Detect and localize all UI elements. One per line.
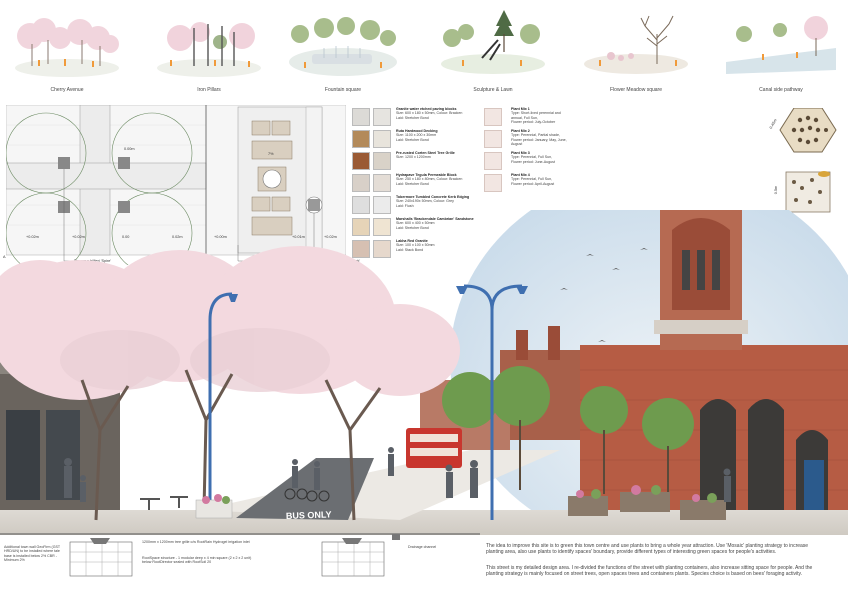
plant-mix-text: Plant Mix 2 Type: Perennial, Partial shad… xyxy=(511,129,573,147)
material-lay: Laid: Stretcher Bond xyxy=(396,181,429,186)
section-note-treepit-grille: 1200mm x 1200mm tree grille c/w RootRain… xyxy=(142,540,250,544)
material-swatch xyxy=(352,108,370,126)
plant-mix-row: Plant Mix 4 Type: Perennial, Full Sun, Flo… xyxy=(484,173,574,193)
vignette-canal-pathway: Canal side pathway xyxy=(722,4,840,100)
material-lay: Laid: Stretcher Bond xyxy=(396,115,429,120)
bus-lane-marking: BUS ONLY xyxy=(286,509,332,521)
plant-mix-period: Flower period: July-October xyxy=(511,120,556,125)
iron-pillars-sketch xyxy=(157,22,261,77)
vignette-sculpture-lawn: Sculpture & Lawn xyxy=(434,4,552,100)
section-note-drainage: Drainage channel xyxy=(408,545,437,549)
vignette-caption: Flower Meadow square xyxy=(610,87,662,93)
design-description-2: This street is my detailed design area. … xyxy=(486,565,813,578)
street-perspective: BUS ONLY xyxy=(0,110,848,550)
vignette-caption: Canal side pathway xyxy=(759,87,803,93)
material-name: Tobermore Tumbled Concrete Kerb Edging xyxy=(396,195,470,199)
vignette-caption: Sculpture & Lawn xyxy=(473,87,513,93)
plant-swatch xyxy=(484,130,502,148)
material-name: Ruta Hardwood Decking xyxy=(396,129,438,133)
canal-pathway-sketch xyxy=(726,16,836,74)
material-spec: Size: 1200 x 1200mm xyxy=(396,155,431,160)
plant-mix-text: Plant Mix 1 Type: Short-lived perennial a… xyxy=(511,107,573,125)
plant-mix-text: Plant Mix 4 Type: Perennial, Full Sun, Flo… xyxy=(511,173,573,186)
material-swatch xyxy=(373,108,391,126)
vignette-flower-meadow: Flower Meadow square xyxy=(577,4,695,100)
plant-mix-row: Plant Mix 3 Type: Perennial, Full Sun, Flo… xyxy=(484,151,574,171)
plant-swatch xyxy=(484,152,502,170)
material-lay: Laid: Flush xyxy=(396,203,414,208)
plan-plaza-label: 7% xyxy=(268,152,274,156)
material-spec: Size: 250 x 180 x 80mm, Colour: Bracken xyxy=(396,177,463,182)
material-row: Granite water etched paving blocks Size: … xyxy=(352,107,478,127)
plant-mix-period: Flower period: January, May, June, Augus… xyxy=(511,137,567,147)
plant-mix-text: Plant Mix 3 Type: Perennial, Full Sun, Flo… xyxy=(511,151,573,164)
sculpture-lawn-sketch xyxy=(441,10,545,74)
material-spec: Size: 600 x 180 x 50mm, Colour: Bracken xyxy=(396,111,463,116)
plant-mix-type: Type: Perennial, Full Sun, xyxy=(511,177,553,182)
plant-mix-type: Type: Short-lived perennial and annual, … xyxy=(511,111,561,120)
material-spec: Size: 1100 x 200 x 30mm xyxy=(396,133,437,138)
plant-mix-type: Type: Perennial, Partial shade, xyxy=(511,133,560,138)
plant-mix-name: Plant Mix 1 xyxy=(511,107,530,111)
plant-mix-row: Plant Mix 2 Type: Perennial, Partial shad… xyxy=(484,129,574,149)
cherry-avenue-sketch xyxy=(15,18,119,77)
red-bus xyxy=(406,428,462,468)
plant-mix-name: Plant Mix 3 xyxy=(511,151,530,155)
flower-meadow-sketch xyxy=(584,15,688,74)
fountain-square-sketch xyxy=(289,17,397,76)
plant-mix-period: Flower period: April-August xyxy=(511,181,555,186)
material-swatch xyxy=(352,152,370,170)
material-spec: Size: 240x190x 50mm, Colour: Grey xyxy=(396,199,454,204)
vignette-iron-pillars: Iron Pillars xyxy=(150,4,268,100)
section-note-treepit-structure: RootSpace structure - 1 modular deep x 4… xyxy=(142,556,252,565)
design-description-1: The idea to improve this site is to gree… xyxy=(486,543,809,556)
material-name: Hydrapave Tegula Permeable Block xyxy=(396,173,457,177)
material-row: Pre-rusted Corten Steel Tree Grille Size:… xyxy=(352,151,478,171)
vignette-fountain-square: Fountain square xyxy=(284,4,402,100)
plant-mix-legend: Plant Mix 1 Type: Short-lived perennial a… xyxy=(484,107,574,197)
material-swatch xyxy=(373,174,391,192)
material-text: Pre-rusted Corten Steel Tree Grille Size:… xyxy=(396,151,480,160)
material-name: Pre-rusted Corten Steel Tree Grille xyxy=(396,151,455,155)
plant-mix-name: Plant Mix 4 xyxy=(511,173,530,177)
vignette-cherry-avenue: Cherry Avenue xyxy=(8,4,126,100)
material-lay: Laid: Stretcher Bond xyxy=(396,137,429,142)
material-swatch xyxy=(352,174,370,192)
plant-swatch xyxy=(484,174,502,192)
plant-mix-name: Plant Mix 2 xyxy=(511,129,530,133)
plant-mix-period: Flower period: June-August xyxy=(511,159,555,164)
material-text: Granite water etched paving blocks Size: … xyxy=(396,107,480,120)
vignette-caption: Cherry Avenue xyxy=(50,87,84,93)
material-text: Ruta Hardwood Decking Size: 1100 x 200 x … xyxy=(396,129,480,142)
material-row: Hydrapave Tegula Permeable Block Size: 25… xyxy=(352,173,478,193)
material-swatch xyxy=(373,130,391,148)
plant-mix-type: Type: Perennial, Full Sun, xyxy=(511,155,553,160)
section-note-left: Additional town wall GeoFirm (GST HRD/UN… xyxy=(4,545,61,563)
material-text: Hydrapave Tegula Permeable Block Size: 25… xyxy=(396,173,480,186)
plant-swatch xyxy=(484,108,502,126)
material-swatch xyxy=(373,152,391,170)
material-text: Tobermore Tumbled Concrete Kerb Edging Si… xyxy=(396,195,480,208)
plan-dim-label: 0.00m xyxy=(124,147,135,151)
material-name: Granite water etched paving blocks xyxy=(396,107,457,111)
plant-mix-row: Plant Mix 1 Type: Short-lived perennial a… xyxy=(484,107,574,127)
bug-hotel-drawing xyxy=(779,107,837,213)
vignette-caption: Fountain square xyxy=(324,87,362,93)
material-row: Ruta Hardwood Decking Size: 1100 x 200 x … xyxy=(352,129,478,149)
vignette-caption: Iron Pillars xyxy=(197,87,221,93)
material-swatch xyxy=(352,130,370,148)
bug-hotel-dim: 0.5m xyxy=(774,185,779,195)
bug-hotel-detail: 0.45m 0.5m xyxy=(769,107,842,218)
street-illustration: BUS ONLY xyxy=(0,110,848,550)
